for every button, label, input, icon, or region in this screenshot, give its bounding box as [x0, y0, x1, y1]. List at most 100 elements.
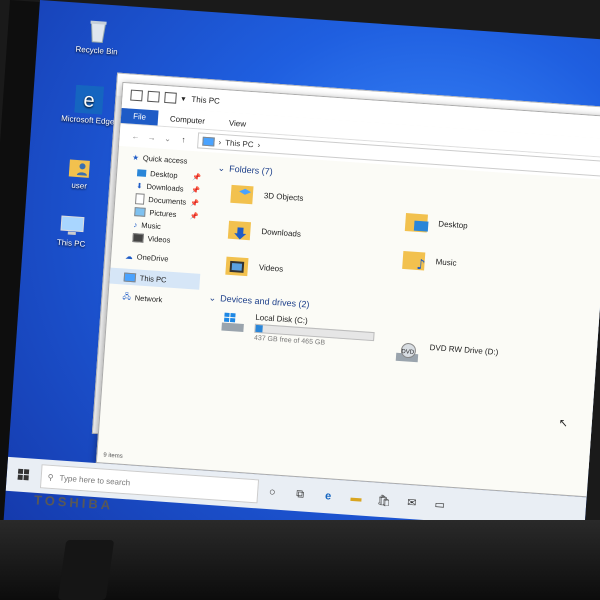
desktop-icon-edge[interactable]: e Microsoft Edge [57, 84, 120, 127]
section-devices[interactable]: ⌄ Devices and drives (2) [208, 290, 310, 313]
drive-usage-fill [255, 324, 263, 333]
mail-icon[interactable]: ✉ [397, 495, 426, 510]
pin-icon[interactable]: 📌 [192, 173, 201, 182]
desktop-icon-this-pc[interactable]: This PC [41, 213, 103, 250]
svg-text:♪: ♪ [416, 257, 426, 273]
laptop-hinge [57, 540, 115, 600]
music-folder-icon: ♪ [402, 250, 426, 273]
star-icon: ★ [131, 152, 140, 162]
user-folder-icon [68, 159, 90, 178]
svg-text:DVD: DVD [401, 349, 415, 356]
window-title: This PC [191, 94, 221, 106]
desktop-folder-icon [404, 213, 429, 233]
nav-label: OneDrive [136, 252, 169, 264]
tab-view[interactable]: View [216, 115, 258, 133]
computer-icon [123, 272, 137, 282]
videos-icon [132, 233, 144, 243]
tab-file[interactable]: File [120, 107, 159, 126]
section-folders[interactable]: ⌄ Folders (7) [217, 160, 273, 180]
folder-label: Videos [258, 262, 284, 274]
folder-desktop[interactable]: Desktop [404, 209, 469, 237]
nav-label: Videos [147, 234, 171, 245]
edge-icon[interactable]: e [314, 489, 343, 503]
svg-text:e: e [83, 89, 96, 112]
drive-details: Local Disk (C:) 437 GB free of 465 GB [254, 313, 376, 350]
folder-label: 3D Objects [263, 190, 304, 203]
dvd-drive-icon: DVD [395, 343, 419, 363]
nav-label: Pictures [149, 208, 177, 220]
downloads-folder-icon [227, 220, 252, 241]
windows-drive-icon [221, 312, 244, 332]
desktop-icon-label: Recycle Bin [75, 44, 118, 57]
chevron-down-icon: ⌄ [208, 292, 217, 303]
start-button[interactable] [6, 457, 42, 493]
properties-icon[interactable] [147, 90, 160, 103]
folder-videos[interactable]: Videos [224, 253, 284, 281]
nav-label: This PC [139, 273, 167, 284]
search-icon: ⚲ [47, 472, 54, 482]
desktop-icon-label: user [71, 180, 88, 191]
file-explorer-icon[interactable]: ▬ [342, 491, 371, 505]
chevron-down-icon: ⌄ [217, 162, 226, 173]
nav-label: Quick access [142, 153, 188, 166]
nav-label: Documents [148, 195, 187, 207]
pin-icon[interactable]: 📌 [190, 199, 199, 208]
nav-onedrive[interactable]: ☁ OneDrive [111, 249, 202, 268]
drive-dvd[interactable]: DVD DVD RW Drive (D:) [395, 341, 499, 370]
computer-icon [60, 215, 85, 236]
file-explorer-window[interactable]: ▾ This PC File Computer View ← → ⌄ ↑ › T… [95, 81, 600, 500]
desktop-icon-label: Microsoft Edge [60, 113, 115, 127]
address-separator: › [257, 140, 261, 150]
folder-label: Downloads [261, 226, 302, 239]
pin-icon[interactable]: 📌 [191, 186, 200, 195]
windows-logo-icon [17, 468, 30, 481]
section-title: Devices and drives (2) [219, 293, 310, 310]
pin-icon[interactable]: 📌 [189, 211, 198, 220]
chevron-down-icon[interactable]: ⌄ [159, 133, 176, 143]
system-window-icon[interactable]: ▭ [425, 497, 454, 512]
mouse-pointer-icon: ↖ [558, 417, 569, 430]
search-placeholder: Type here to search [59, 473, 131, 487]
drive-name: DVD RW Drive (D:) [429, 343, 499, 357]
address-location: This PC [224, 137, 254, 149]
chevron-down-icon[interactable]: ▾ [181, 94, 186, 103]
nav-this-pc[interactable]: This PC [109, 267, 201, 290]
folder-3d-objects[interactable]: 3D Objects [229, 181, 304, 210]
videos-folder-icon [225, 256, 249, 277]
new-folder-icon[interactable] [164, 91, 177, 104]
store-icon[interactable]: 🛍 [370, 493, 399, 508]
navigation-pane: ★ Quick access Desktop 📌 ⬇ Downloads 📌 D… [98, 147, 209, 453]
folder-music[interactable]: ♪ Music [401, 247, 457, 275]
computer-icon [130, 89, 143, 101]
cloud-icon: ☁ [125, 251, 134, 262]
folder-label: Music [435, 256, 457, 268]
folder-label: Desktop [438, 218, 468, 230]
desktop-folder-icon [136, 169, 147, 177]
nav-label: Network [134, 293, 163, 305]
desktop-icon-recycle-bin[interactable]: Recycle Bin [66, 16, 128, 57]
drive-local-disk[interactable]: Local Disk (C:) 437 GB free of 465 GB [220, 310, 376, 350]
status-bar: 9 items [103, 452, 123, 460]
3d-objects-folder-icon [230, 184, 254, 205]
task-view-icon[interactable]: ⧉ [286, 487, 315, 502]
edge-icon: e [74, 84, 105, 115]
content-pane: ⌄ Folders (7) 3D Objects Desktop Downloa… [198, 154, 600, 482]
nav-label: Music [140, 220, 162, 231]
nav-network[interactable]: 🖧 Network [108, 290, 199, 309]
desktop-icon-user[interactable]: user [49, 153, 111, 192]
document-icon [134, 193, 145, 205]
folder-downloads[interactable]: Downloads [227, 217, 302, 246]
desktop-icon-label: This PC [56, 237, 86, 249]
up-arrow-icon[interactable]: ↑ [175, 134, 192, 144]
nav-label: Desktop [149, 169, 178, 181]
recycle-bin-icon [90, 20, 107, 43]
section-title: Folders (7) [228, 163, 274, 177]
back-arrow-icon[interactable]: ← [127, 131, 144, 141]
download-arrow-icon: ⬇ [135, 181, 143, 191]
network-icon: 🖧 [122, 291, 132, 302]
forward-arrow-icon[interactable]: → [143, 132, 160, 142]
address-separator: › [218, 137, 222, 147]
cortana-icon[interactable]: ○ [258, 485, 287, 499]
pictures-icon [134, 207, 146, 217]
computer-icon [202, 136, 215, 147]
